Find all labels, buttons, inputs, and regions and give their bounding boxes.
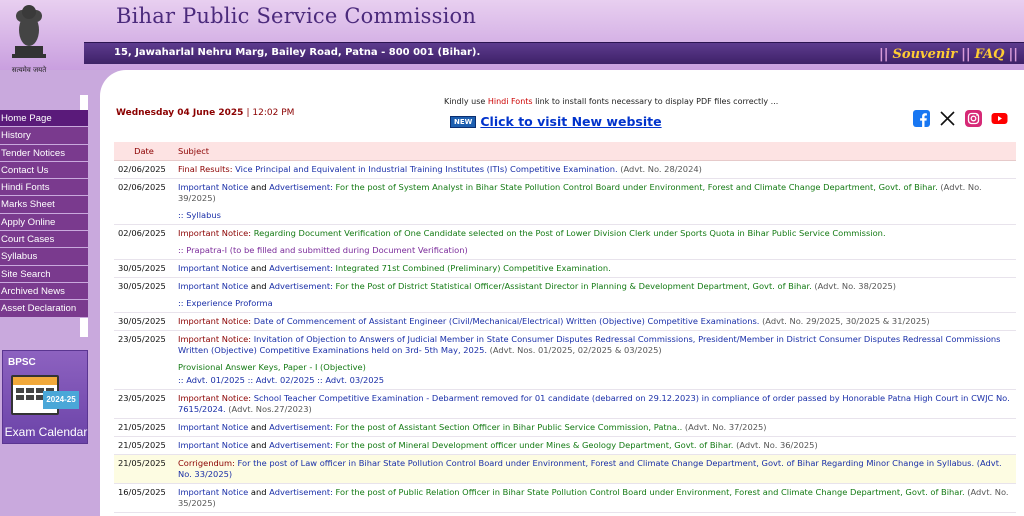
table-row: 16/05/2025 Important Notice and Advertis…	[114, 483, 1016, 513]
notice-link[interactable]: Date of Commencement of Assistant Engine…	[251, 316, 760, 326]
advertisement-link[interactable]: Advertisement:	[269, 487, 333, 497]
table-row: 02/06/2025 Important Notice and Advertis…	[114, 178, 1016, 225]
new-website-link[interactable]: Click to visit New website	[480, 114, 661, 129]
table-row: 21/05/2025 Important Notice and Advertis…	[114, 418, 1016, 437]
sidebar-item-contact-us[interactable]: Contact Us	[0, 161, 88, 180]
notice-link[interactable]: Important Notice	[178, 487, 248, 497]
exam-calendar-brand: BPSC	[8, 357, 36, 368]
table-row: 23/05/2025 Important Notice: Invitation …	[114, 330, 1016, 390]
sidebar-item-site-search[interactable]: Site Search	[0, 265, 88, 283]
souvenir-link[interactable]: Souvenir	[889, 47, 962, 62]
faq-link[interactable]: FAQ	[971, 47, 1009, 62]
sidebar-item-marks-sheet[interactable]: Marks Sheet	[0, 196, 88, 214]
notice-link[interactable]: For the post of Law officer in Bihar Sta…	[235, 458, 975, 468]
ashoka-emblem-icon	[12, 5, 46, 58]
youtube-icon[interactable]	[991, 110, 1008, 127]
sidebar-item-history[interactable]: History	[0, 127, 88, 145]
advertisement-link[interactable]: Advertisement:	[269, 440, 333, 450]
prapatra-link[interactable]: :: Prapatra-I (to be filled and submitte…	[178, 245, 1014, 256]
advertisement-link[interactable]: Advertisement:	[269, 281, 333, 291]
instagram-icon[interactable]	[965, 110, 982, 127]
notice-link[interactable]: Important Notice	[178, 281, 248, 291]
new-badge: NEW	[450, 115, 477, 128]
sidebar-item-home-page[interactable]: Home Page	[0, 110, 88, 128]
main-content: Wednesday 04 June 2025 | 12:02 PM Kindly…	[100, 70, 1024, 516]
table-row: 21/05/2025 Corrigendum: For the post of …	[114, 454, 1016, 484]
table-row: 30/05/2025 Important Notice: Date of Com…	[114, 312, 1016, 331]
table-row: 30/05/2025 Important Notice and Advertis…	[114, 259, 1016, 278]
sidebar-item-court-cases[interactable]: Court Cases	[0, 231, 88, 249]
hindi-fonts-link[interactable]: Hindi Fonts	[488, 97, 533, 106]
table-row: 02/06/2025 Important Notice: Regarding D…	[114, 224, 1016, 260]
advertisement-link[interactable]: Advertisement:	[269, 263, 333, 273]
experience-proforma-link[interactable]: :: Experience Proforma	[178, 298, 1014, 309]
address-text: 15, Jawaharlal Nehru Marg, Bailey Road, …	[114, 47, 481, 58]
emblem-motto: सत्यमेव जयते	[11, 66, 47, 74]
table-row: 02/06/2025 Final Results: Vice Principal…	[114, 160, 1016, 179]
sidebar: Home Page History Tender Notices Contact…	[0, 110, 88, 318]
table-row: 23/05/2025 Important Notice: School Teac…	[114, 389, 1016, 419]
time-text: 12:02 PM	[252, 108, 295, 118]
table-header-row: Date Subject	[114, 142, 1016, 161]
sidebar-item-hindi-fonts[interactable]: Hindi Fonts	[0, 179, 88, 197]
notices-table: Date Subject 02/06/2025 Final Results: V…	[114, 142, 1016, 513]
current-date: Wednesday 04 June 2025 | 12:02 PM	[116, 108, 295, 118]
new-website-banner: NEW Click to visit New website	[450, 114, 662, 129]
sidebar-item-tender-notices[interactable]: Tender Notices	[0, 144, 88, 162]
notice-link[interactable]: Important Notice	[178, 263, 248, 273]
subject-column-header: Subject	[174, 142, 1016, 161]
syllabus-link[interactable]: :: Syllabus	[178, 210, 1014, 221]
table-row: 21/05/2025 Important Notice and Advertis…	[114, 436, 1016, 455]
header: सत्यमेव जयते Bihar Public Service Commis…	[0, 0, 1024, 74]
state-emblem: सत्यमेव जयते	[2, 2, 56, 90]
answer-key-links[interactable]: :: Advt. 01/2025 :: Advt. 02/2025 :: Adv…	[178, 375, 1014, 386]
top-links: || Souvenir || FAQ ||	[879, 46, 1018, 62]
page-title: Bihar Public Service Commission	[116, 4, 477, 28]
x-icon[interactable]	[939, 110, 956, 127]
sidebar-item-apply-online[interactable]: Apply Online	[0, 213, 88, 232]
facebook-icon[interactable]	[913, 110, 930, 127]
sidebar-item-syllabus[interactable]: Syllabus	[0, 248, 88, 266]
notice-link[interactable]: Important Notice	[178, 440, 248, 450]
notice-link[interactable]: Vice Principal and Equivalent in Industr…	[233, 164, 618, 174]
notice-link[interactable]: Important Notice	[178, 182, 248, 192]
sidebar-item-archived-news[interactable]: Archived News	[0, 282, 88, 301]
exam-calendar-label: Exam Calendar	[4, 425, 88, 439]
advertisement-link[interactable]: Advertisement:	[269, 422, 333, 432]
exam-calendar-year: 2024-25	[43, 391, 79, 409]
fonts-note: Kindly use Hindi Fonts link to install f…	[444, 97, 779, 106]
date-text: Wednesday 04 June 2025	[116, 108, 244, 118]
date-column-header: Date	[114, 142, 174, 161]
notice-link[interactable]: Important Notice	[178, 422, 248, 432]
exam-calendar-banner[interactable]: BPSC 2024-25 Exam Calendar	[2, 350, 88, 444]
advertisement-link[interactable]: Advertisement:	[269, 182, 333, 192]
sidebar-item-asset-declaration[interactable]: Asset Declaration	[0, 300, 88, 318]
address-bar: 15, Jawaharlal Nehru Marg, Bailey Road, …	[84, 42, 1024, 64]
social-links	[913, 110, 1008, 127]
table-row: 30/05/2025 Important Notice and Advertis…	[114, 277, 1016, 313]
